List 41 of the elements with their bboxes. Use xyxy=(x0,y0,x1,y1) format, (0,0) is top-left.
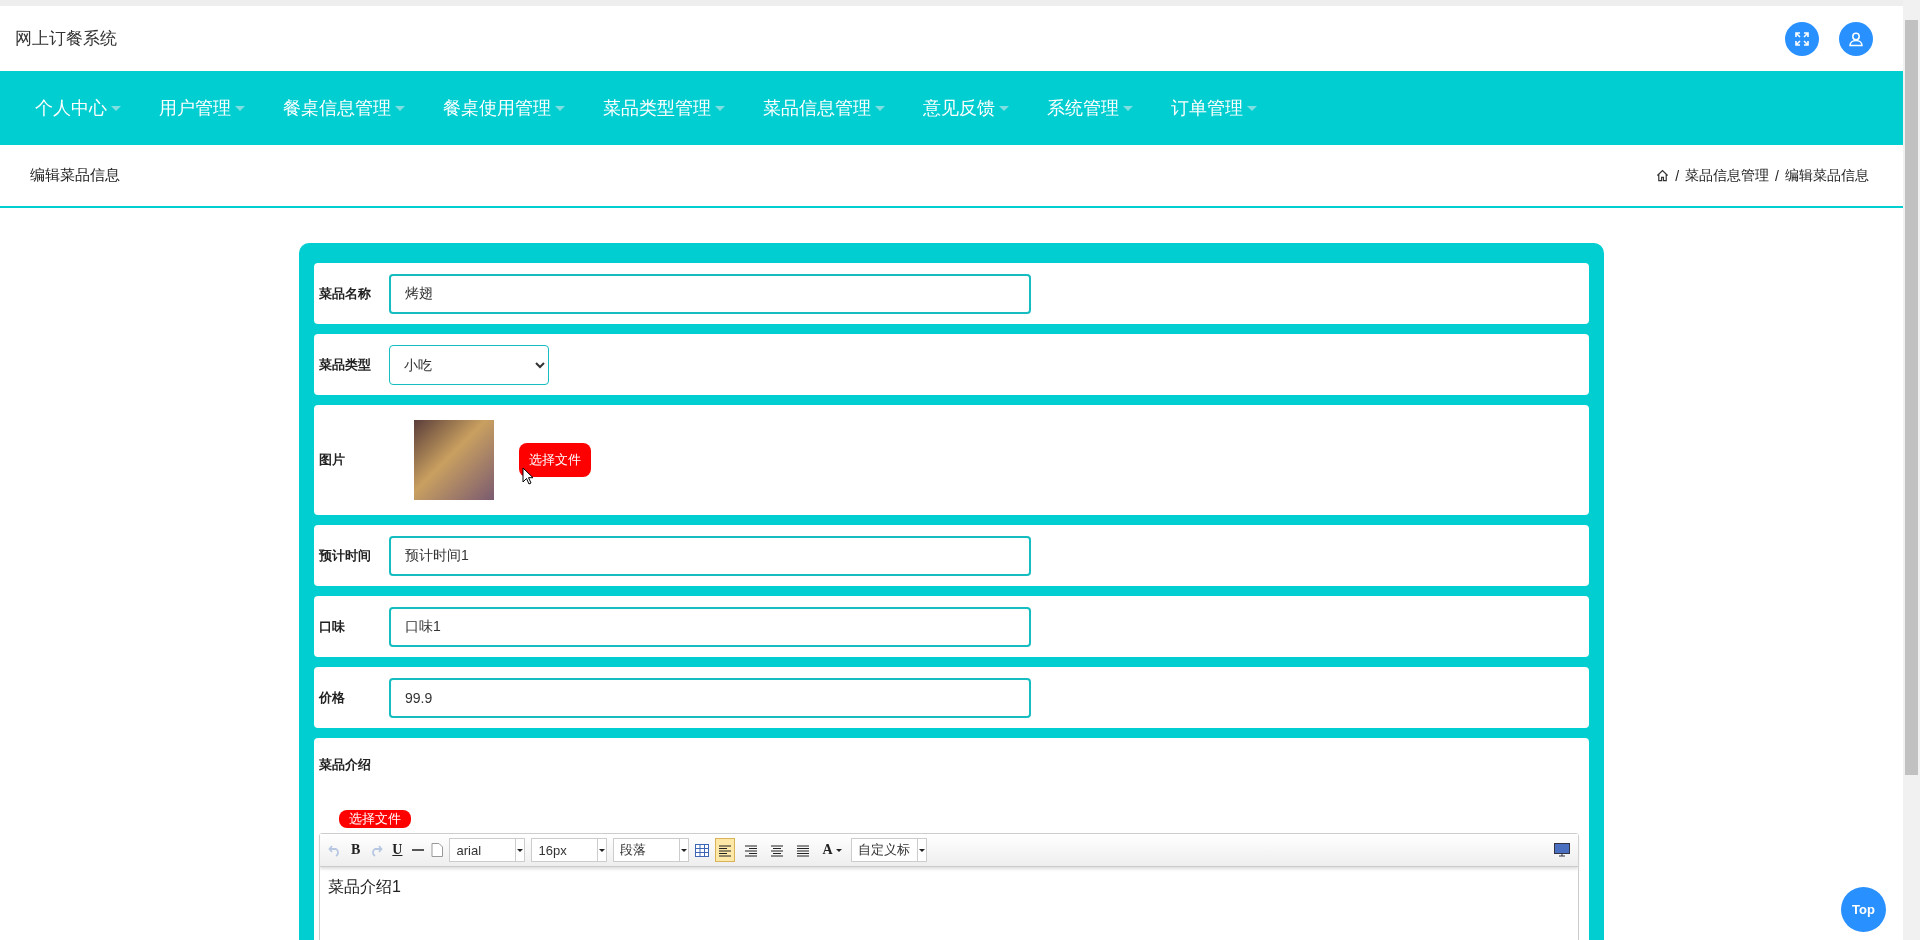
choose-file-button[interactable]: 选择文件 xyxy=(519,443,591,477)
font-color-button[interactable]: A xyxy=(819,842,845,858)
underline-button[interactable]: U xyxy=(389,842,406,858)
field-label: 口味 xyxy=(319,617,346,636)
document-icon[interactable] xyxy=(431,843,444,857)
field-label: 菜品类型 xyxy=(319,355,372,374)
breadcrumb-item: 编辑菜品信息 xyxy=(1785,166,1869,185)
bold-button[interactable]: B xyxy=(348,842,364,858)
text-field[interactable]: 99.9 xyxy=(389,677,1031,718)
paragraph-dropdown[interactable]: 段落 xyxy=(613,838,690,862)
field-label: 图片 xyxy=(319,451,346,469)
editor-text: 菜品介绍1 xyxy=(328,878,401,895)
fullscreen-icon[interactable] xyxy=(1785,21,1819,56)
field-label: 预计时间 xyxy=(319,546,372,565)
field-label: 菜品介绍 xyxy=(319,756,372,774)
align-lines-icon xyxy=(717,842,734,858)
monitor-icon[interactable] xyxy=(1554,843,1570,857)
user-icon[interactable] xyxy=(1839,21,1873,56)
scrollbar[interactable] xyxy=(1903,0,1920,940)
font-family-dropdown[interactable]: arial xyxy=(449,838,526,862)
text-field[interactable]: 烤翅 xyxy=(389,273,1031,314)
custom-title-dropdown[interactable]: 自定义标 xyxy=(850,838,927,862)
field-label: 价格 xyxy=(319,688,346,707)
field-label: 菜品名称 xyxy=(319,284,372,303)
home-icon[interactable] xyxy=(1656,169,1670,182)
cursor-icon xyxy=(522,467,534,485)
align-button[interactable] xyxy=(715,838,736,862)
app-title: 网上订餐系统 xyxy=(15,28,117,50)
align-lines-icon xyxy=(795,842,812,858)
breadcrumb-separator: / xyxy=(1675,167,1680,184)
align-lines-icon xyxy=(769,842,786,858)
breadcrumb-separator: / xyxy=(1775,167,1779,184)
page-title: 编辑菜品信息 xyxy=(30,166,120,185)
breadcrumb-item[interactable]: 菜品信息管理 xyxy=(1685,166,1770,185)
choose-file-button[interactable]: 选择文件 xyxy=(339,810,411,828)
table-icon[interactable] xyxy=(695,843,710,857)
text-field[interactable]: 口味1 xyxy=(389,606,1031,647)
text-field[interactable]: 预计时间1 xyxy=(389,535,1031,576)
type-select[interactable]: 小吃 xyxy=(389,344,549,385)
font-size-dropdown[interactable]: 16px xyxy=(531,838,608,862)
align-lines-icon xyxy=(743,842,760,858)
